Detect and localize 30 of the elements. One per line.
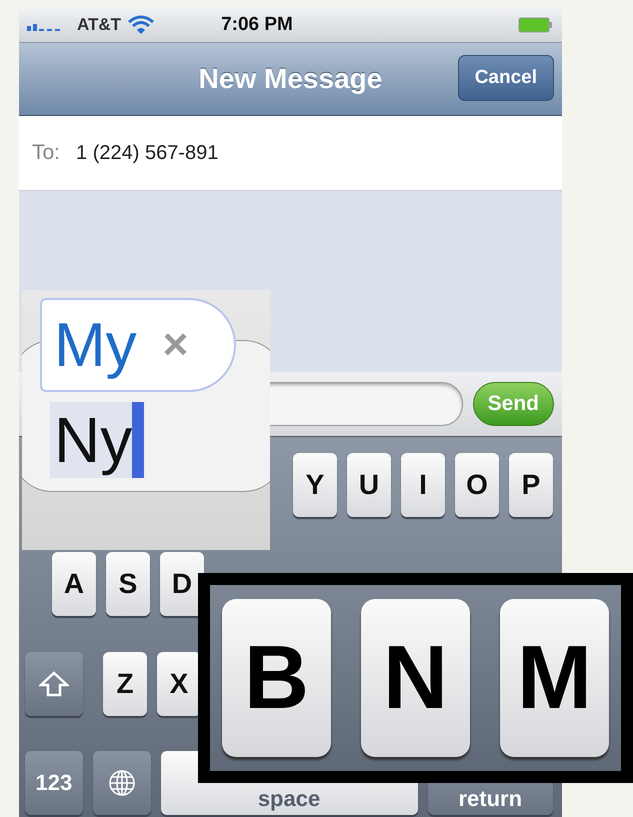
screen-title: New Message (198, 63, 382, 95)
keyboard-key[interactable]: Z (103, 652, 147, 716)
keyboard-key[interactable]: O (455, 453, 499, 517)
keyboard-key[interactable]: I (401, 453, 445, 517)
carrier-name: AT&T (77, 15, 122, 35)
shift-key[interactable] (25, 652, 83, 716)
keyboard-key[interactable]: B (222, 599, 331, 757)
keyboard-key[interactable]: X (157, 652, 201, 716)
wifi-icon (127, 14, 156, 36)
suggested-word: My (54, 310, 137, 380)
shift-arrow-icon (39, 670, 69, 697)
globe-icon (108, 768, 136, 797)
status-time: 7:06 PM (221, 14, 293, 36)
keyboard-key[interactable]: M (500, 599, 609, 757)
to-label: To: (32, 141, 60, 165)
keyboard-key[interactable]: P (509, 453, 553, 517)
keyboard-key[interactable]: D (160, 552, 204, 616)
recipient-number: 1 (224) 567-891 (76, 142, 218, 164)
autocorrect-bubble[interactable]: My × (40, 298, 236, 392)
numbers-key[interactable]: 123 (25, 750, 83, 815)
cancel-button[interactable]: Cancel (458, 55, 554, 101)
keyboard-key[interactable]: S (106, 552, 150, 616)
keyboard-key[interactable]: U (347, 453, 391, 517)
keyboard-key[interactable]: A (52, 552, 96, 616)
recipient-field[interactable]: To: 1 (224) 567-891 (19, 116, 562, 191)
globe-key[interactable] (92, 750, 151, 815)
keyboard-key[interactable]: Y (293, 453, 337, 517)
typed-word: Ny (54, 403, 132, 477)
battery-icon (518, 17, 554, 33)
keyboard-key[interactable]: N (361, 599, 470, 757)
